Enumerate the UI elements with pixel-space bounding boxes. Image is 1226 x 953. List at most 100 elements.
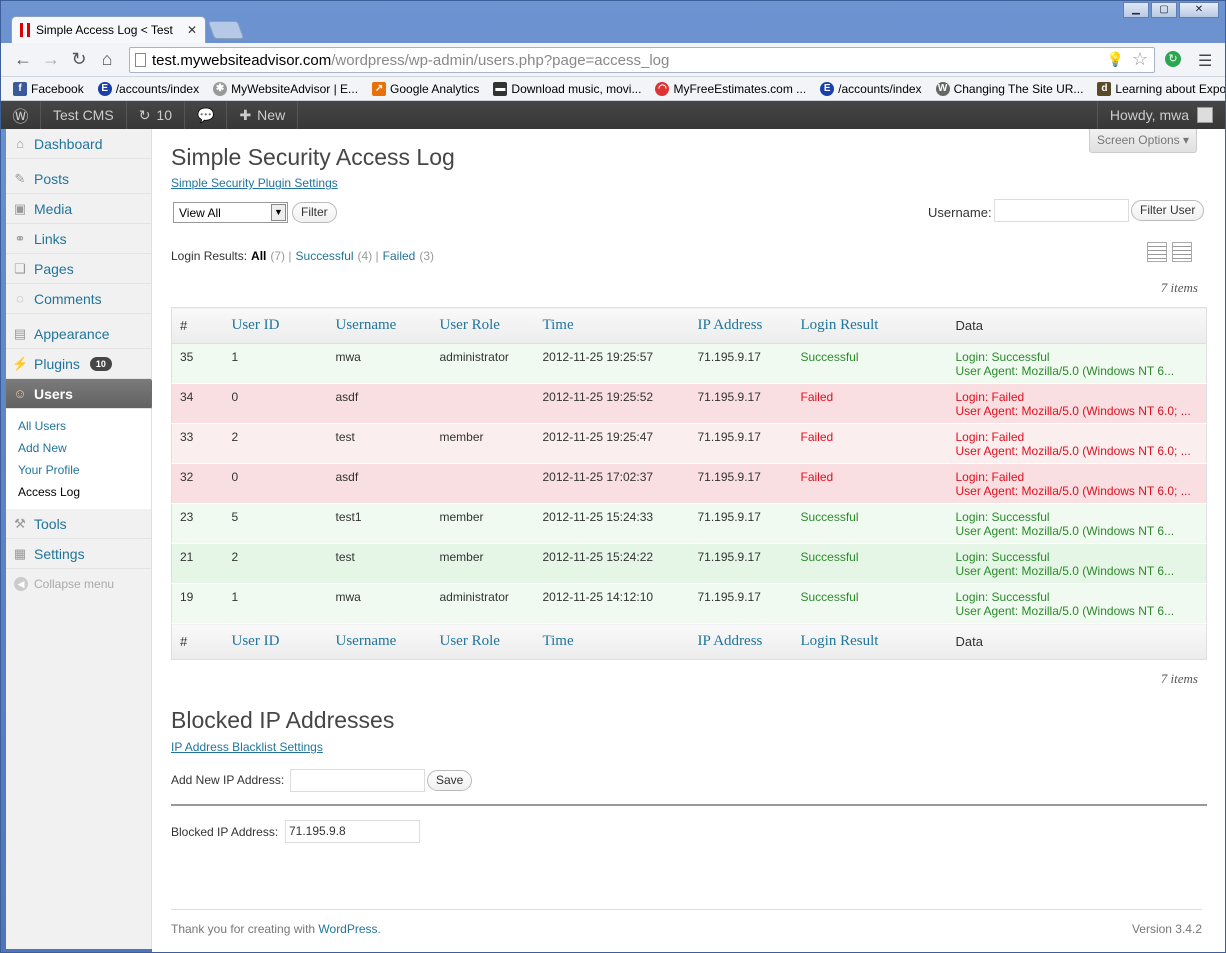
bookmark-item[interactable]: ✱ MyWebsiteAdvisor | E...: [213, 81, 358, 96]
browser-menu-icon[interactable]: ☰: [1198, 51, 1212, 71]
updates-link[interactable]: ↻ 10: [127, 101, 185, 129]
browser-tab[interactable]: Simple Access Log < Test CMS ✕: [11, 16, 206, 43]
column-header[interactable]: Login Result: [792, 307, 948, 344]
blocked-ip-label: Blocked IP Address:: [171, 825, 279, 839]
menu-users[interactable]: ☺ Users: [6, 379, 159, 409]
filter-all-link[interactable]: All: [251, 249, 266, 263]
column-footer[interactable]: User Role: [431, 623, 535, 660]
username-label: Username:: [928, 205, 992, 220]
screen-options-button[interactable]: Screen Options ▾: [1089, 129, 1197, 153]
plug-icon: ⚡: [12, 355, 29, 371]
bookmark-item[interactable]: E/accounts/index: [97, 81, 199, 96]
rainbow-icon: ◠: [655, 81, 670, 96]
plugin-settings-link[interactable]: Simple Security Plugin Settings: [171, 176, 338, 190]
chain-link-icon: ⚭: [14, 230, 26, 246]
bookmark-item[interactable]: E/accounts/index: [820, 81, 922, 96]
menu-tools[interactable]: ⚒ Tools: [6, 509, 151, 539]
menu-plugins[interactable]: ⚡ Plugins 10: [6, 349, 151, 379]
submenu-all-users[interactable]: All Users: [18, 415, 151, 437]
filter-user-button[interactable]: Filter User: [1131, 200, 1205, 221]
username-input[interactable]: [994, 199, 1129, 222]
browser-window: Simple Access Log < Test CMS ✕ ▁ ▢ ✕ ← →…: [0, 0, 1226, 953]
media-icon: ▣: [13, 200, 27, 216]
home-icon[interactable]: ⌂: [93, 49, 121, 70]
ds-icon: d: [1097, 81, 1112, 96]
wordpress-link[interactable]: WordPress: [318, 922, 377, 936]
column-header[interactable]: IP Address: [689, 307, 793, 344]
bookmark-item[interactable]: W Changing The Site UR...: [935, 81, 1083, 96]
collapse-menu[interactable]: ◀ Collapse menu: [6, 569, 151, 599]
save-button[interactable]: Save: [427, 770, 473, 791]
url-path: /wordpress/wp-admin/users.php?page=acces…: [331, 51, 670, 69]
window-close-icon[interactable]: ✕: [1179, 2, 1219, 18]
site-name-link[interactable]: Test CMS: [41, 101, 127, 129]
menu-appearance[interactable]: ▤ Appearance: [6, 319, 151, 349]
page-title: Simple Security Access Log: [171, 144, 455, 170]
comment-bubble-icon: ◌: [16, 290, 24, 306]
filter-button[interactable]: Filter: [292, 202, 337, 223]
table-row: 33 2 test member 2012-11-25 19:25:47 71.195.9…: [171, 423, 1207, 464]
access-log-table: # User ID Username User Role Time IP Add…: [171, 307, 1207, 660]
reload-icon[interactable]: ↻: [65, 49, 93, 70]
close-tab-icon[interactable]: ✕: [187, 23, 197, 37]
bookmark-star-icon[interactable]: ☆: [1132, 49, 1148, 70]
column-footer[interactable]: User ID: [223, 623, 328, 660]
submenu-your-profile[interactable]: Your Profile: [18, 459, 151, 481]
extension-icon[interactable]: ↻: [1165, 51, 1181, 67]
submenu-add-new[interactable]: Add New: [18, 437, 151, 459]
column-footer[interactable]: Username: [327, 623, 432, 660]
blacklist-settings-link[interactable]: IP Address Blacklist Settings: [171, 740, 323, 754]
pages-icon: ❏: [14, 260, 26, 276]
column-header[interactable]: Username: [327, 307, 432, 344]
blocked-ip-field[interactable]: 71.195.9.8: [285, 820, 420, 843]
submenu-access-log[interactable]: Access Log: [18, 481, 151, 503]
maximize-icon[interactable]: ▢: [1151, 2, 1177, 18]
filter-successful-link[interactable]: Successful: [296, 249, 354, 263]
items-count-top: 7 items: [1160, 280, 1198, 295]
users-submenu: All Users Add New Your Profile Access Lo…: [6, 409, 151, 509]
menu-pages[interactable]: ❏ Pages: [6, 254, 151, 284]
forward-arrow-icon[interactable]: →: [37, 49, 65, 70]
column-header[interactable]: User Role: [431, 307, 535, 344]
wordpress-icon: W: [935, 81, 950, 96]
admin-footer: Thank you for creating with WordPress. V…: [171, 909, 1202, 936]
new-tab-button[interactable]: [207, 21, 245, 39]
address-bar[interactable]: test.mywebsiteadvisor.com /wordpress/wp-…: [129, 47, 1155, 73]
menu-links[interactable]: ⚭ Links: [6, 224, 151, 254]
bookmark-item[interactable]: ▬ Download music, movi...: [493, 81, 641, 96]
lightbulb-icon[interactable]: 💡: [1107, 51, 1124, 68]
add-ip-input[interactable]: [290, 769, 425, 792]
tools-icon: ⚒: [14, 515, 26, 531]
view-filter-select[interactable]: View All ▼: [173, 202, 288, 223]
new-content-link[interactable]: ✚ New: [227, 101, 299, 129]
filter-failed-link[interactable]: Failed: [383, 249, 416, 263]
menu-posts[interactable]: ✎ Posts: [6, 164, 151, 194]
column-header[interactable]: User ID: [223, 307, 328, 344]
account-menu[interactable]: Howdy, mwa: [1096, 101, 1225, 129]
menu-comments[interactable]: ◌ Comments: [6, 284, 151, 314]
bookmark-item[interactable]: dLearning about Expos...: [1097, 81, 1225, 96]
download-icon: ▬: [493, 81, 508, 96]
comments-bubble-icon[interactable]: 💬: [185, 101, 228, 129]
column-footer[interactable]: Login Result: [792, 623, 948, 660]
minimize-icon[interactable]: ▁: [1123, 2, 1149, 18]
column-footer[interactable]: Time: [534, 623, 690, 660]
wordpress-logo-icon[interactable]: Ⓦ: [1, 101, 41, 129]
bookmark-item[interactable]: ◠ MyFreeEstimates.com ...: [655, 81, 806, 96]
menu-media[interactable]: ▣ Media: [6, 194, 151, 224]
table-row: 19 1 mwa administrator 2012-11-25 14:12:10 71…: [171, 583, 1207, 624]
column-footer[interactable]: IP Address: [689, 623, 793, 660]
table-row: 23 5 test1 member 2012-11-25 15:24:33 71.195.…: [171, 503, 1207, 544]
table-row: 21 2 test member 2012-11-25 15:24:22 71.195.9…: [171, 543, 1207, 584]
back-arrow-icon[interactable]: ←: [9, 49, 37, 70]
bookmark-item[interactable]: f Facebook: [13, 81, 84, 96]
menu-dashboard[interactable]: ⌂ Dashboard: [6, 129, 151, 159]
bookmark-item[interactable]: ↗ Google Analytics: [372, 81, 479, 96]
browser-toolbar: ← → ↻ ⌂ test.mywebsiteadvisor.com /wordp…: [1, 43, 1225, 77]
home-icon: ⌂: [16, 135, 24, 151]
excerpt-view-icon[interactable]: [1172, 242, 1192, 262]
updates-icon: ↻: [138, 106, 151, 123]
menu-settings[interactable]: ▦ Settings: [6, 539, 151, 569]
list-view-icon[interactable]: [1147, 242, 1167, 262]
column-header[interactable]: Time: [534, 307, 690, 344]
